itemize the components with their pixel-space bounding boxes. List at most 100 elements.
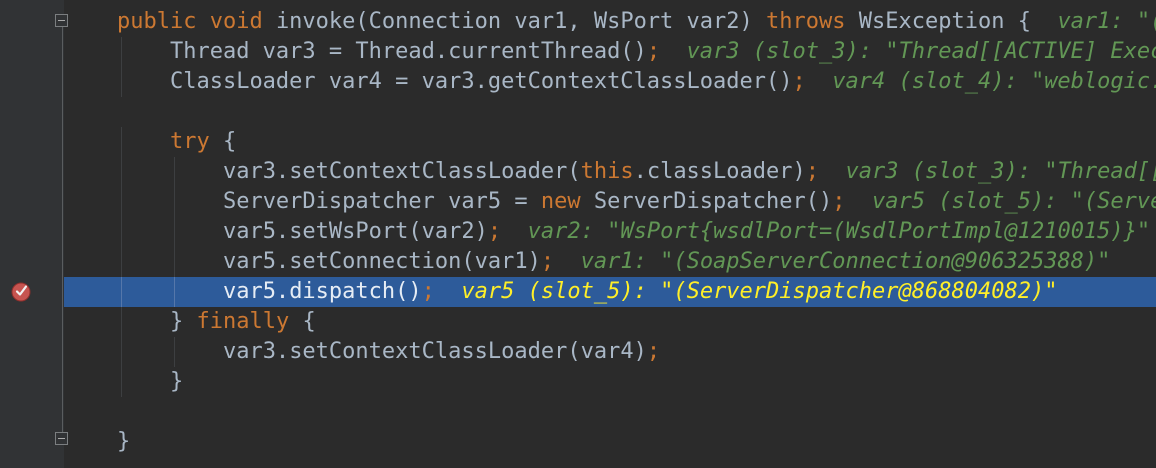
code-method-name: invoke xyxy=(275,9,356,34)
code-line[interactable]: var5.setWsPort(var2); var2: "WsPort{wsdl… xyxy=(64,217,1156,247)
code-line-current[interactable]: var5.dispatch(); var5 (slot_5): "(Server… xyxy=(64,277,1156,307)
code-token: ServerDispatcher var5 = xyxy=(222,189,541,214)
code-method-name: getContextClassLoader xyxy=(487,69,767,94)
indent-guide xyxy=(174,157,175,187)
code-token: ( xyxy=(567,159,581,184)
code-token: { xyxy=(222,129,237,154)
code-lines[interactable]: public void invoke(Connection var1, WsPo… xyxy=(64,7,1156,457)
code-token: ; xyxy=(421,279,462,304)
indent-guide xyxy=(174,277,175,307)
code-token: } xyxy=(169,369,184,394)
code-line[interactable]: var5.setConnection(var1); var1: "(SoapSe… xyxy=(64,247,1156,277)
indent-guide xyxy=(121,127,122,157)
code-token: Thread var3 = Thread. xyxy=(169,39,449,64)
code-token: (var1) xyxy=(461,249,541,274)
code-token: var5. xyxy=(222,249,290,274)
indent-guide xyxy=(121,187,122,217)
code-method-name: setContextClassLoader xyxy=(289,159,568,184)
code-line[interactable]: var3.setContextClassLoader(this.classLoa… xyxy=(64,157,1156,187)
code-token: ; xyxy=(487,219,528,244)
code-line[interactable]: ClassLoader var4 = var3.getContextClassL… xyxy=(64,67,1156,97)
code-keyword: void xyxy=(209,9,276,34)
code-token: ; xyxy=(540,249,581,274)
code-token: var3. xyxy=(222,339,290,364)
code-line[interactable]: } xyxy=(64,367,1156,397)
code-line[interactable]: public void invoke(Connection var1, WsPo… xyxy=(64,7,1156,37)
code-line[interactable]: var3.setContextClassLoader(var4); xyxy=(64,337,1156,367)
inline-debug-value: var1: "(SoapServerConnection@906325388)" xyxy=(580,249,1111,274)
code-keyword: this xyxy=(580,159,634,184)
code-keyword: try xyxy=(169,129,223,154)
code-token: var5. xyxy=(222,279,290,304)
code-token: () xyxy=(805,189,833,214)
inline-debug-value: var4 (slot_4): "weblogic.utils.classload… xyxy=(832,69,1156,94)
code-token: () xyxy=(395,279,422,304)
inline-debug-value: var5 (slot_5): "(ServerDispatcher@868804… xyxy=(872,189,1156,214)
code-token: () xyxy=(766,69,793,94)
code-keyword: finally xyxy=(196,309,303,334)
editor-gutter[interactable] xyxy=(0,0,68,468)
code-token: WsException { xyxy=(858,9,1058,34)
indent-guide xyxy=(121,157,122,187)
code-token: ; xyxy=(832,189,872,214)
code-token: (var4) xyxy=(567,339,647,364)
indent-guide xyxy=(174,217,175,247)
code-line[interactable]: ServerDispatcher var5 = new ServerDispat… xyxy=(64,187,1156,217)
indent-guide xyxy=(121,247,122,277)
code-line[interactable]: } xyxy=(64,427,1156,457)
inline-debug-value: var5 (slot_5): "(ServerDispatcher@868804… xyxy=(461,279,1058,304)
code-line[interactable] xyxy=(64,97,1156,127)
code-method-name: ServerDispatcher xyxy=(593,189,806,214)
fold-range-line xyxy=(62,22,63,438)
code-method-name: currentThread xyxy=(448,39,621,64)
code-line[interactable]: Thread var3 = Thread.currentThread(); va… xyxy=(64,37,1156,67)
code-token: } xyxy=(116,429,131,454)
indent-guide xyxy=(174,187,175,217)
code-token: var3. xyxy=(222,159,290,184)
code-line[interactable]: try { xyxy=(64,127,1156,157)
indent-guide xyxy=(121,217,122,247)
code-editor[interactable]: public void invoke(Connection var1, WsPo… xyxy=(0,0,1156,468)
indent-guide xyxy=(121,337,122,367)
code-token: (Connection var1, WsPort var2) xyxy=(355,9,767,34)
code-token: (var2) xyxy=(408,219,488,244)
code-keyword: throws xyxy=(766,9,859,34)
inline-debug-value: var3 (slot_3): "Thread[[ACTIVE] ExecuteT… xyxy=(845,159,1156,184)
indent-guide xyxy=(174,337,175,367)
indent-guide xyxy=(121,37,122,67)
code-method-name: setWsPort xyxy=(289,219,409,244)
code-token: ClassLoader var4 = var3. xyxy=(169,69,488,94)
inline-debug-value: var1: "(SoapServerConnection@906325388)"… xyxy=(1057,9,1156,34)
indent-guide xyxy=(121,277,122,307)
inline-debug-value: var3 (slot_3): "Thread[[ACTIVE] ExecuteT… xyxy=(686,39,1156,64)
code-token: .classLoader) xyxy=(633,159,806,184)
code-keyword: public xyxy=(116,9,210,34)
code-method-name: dispatch xyxy=(289,279,396,304)
code-token: } xyxy=(169,309,197,334)
indent-guide xyxy=(121,367,122,397)
code-line[interactable]: } finally { xyxy=(64,307,1156,337)
indent-guide xyxy=(174,247,175,277)
breakpoint-icon[interactable] xyxy=(10,279,34,303)
code-token: ; xyxy=(646,339,661,364)
indent-guide xyxy=(121,67,122,97)
code-token: ; xyxy=(792,69,833,94)
code-method-name: setContextClassLoader xyxy=(289,339,568,364)
code-method-name: setConnection xyxy=(289,249,462,274)
code-token: var5. xyxy=(222,219,290,244)
code-token: ; xyxy=(805,159,846,184)
code-token: ; xyxy=(646,39,687,64)
code-line[interactable] xyxy=(64,397,1156,427)
